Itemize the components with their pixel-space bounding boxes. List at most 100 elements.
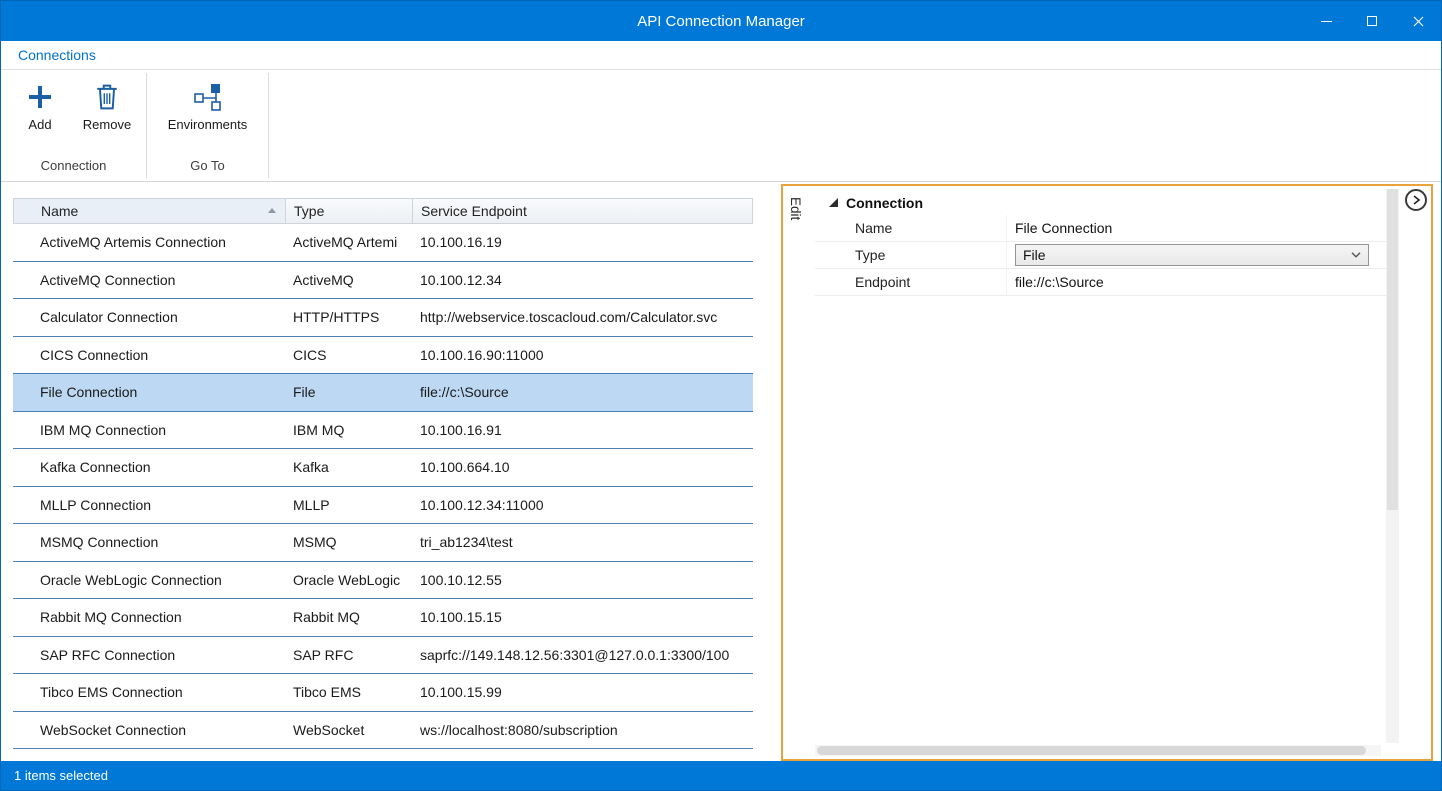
titlebar: API Connection Manager (1, 1, 1441, 41)
cell-endpoint: 10.100.16.19 (412, 224, 753, 261)
table-row[interactable]: File Connection File file://c:\Source (13, 374, 753, 412)
minimize-icon (1321, 21, 1332, 22)
cell-endpoint: tri_ab1234\test (412, 524, 753, 561)
property-label-type: Type (815, 242, 1007, 268)
add-button[interactable]: Add (7, 80, 73, 132)
cell-endpoint: 100.10.12.55 (412, 562, 753, 599)
cell-endpoint: file://c:\Source (412, 374, 753, 411)
property-value-endpoint[interactable]: file://c:\Source (1007, 269, 1387, 295)
name-value-text: File Connection (1015, 220, 1112, 236)
table-row[interactable]: Kafka Connection Kafka 10.100.664.10 (13, 449, 753, 487)
cell-type: WebSocket (285, 712, 412, 749)
remove-button[interactable]: Remove (74, 80, 140, 132)
cell-type: Kafka (285, 449, 412, 486)
remove-button-label: Remove (83, 117, 131, 132)
trash-icon (94, 82, 120, 112)
cell-endpoint: 10.100.15.99 (412, 674, 753, 711)
window-controls (1303, 1, 1441, 41)
table-row[interactable]: IBM MQ Connection IBM MQ 10.100.16.91 (13, 412, 753, 450)
column-header-name-label: Name (41, 203, 78, 219)
app-window: API Connection Manager Connections Add (0, 0, 1442, 791)
collapse-panel-button[interactable] (1405, 189, 1427, 211)
cell-type: MLLP (285, 487, 412, 524)
chevron-right-icon (1410, 194, 1422, 206)
type-dropdown-value: File (1023, 247, 1046, 263)
endpoint-value-text: file://c:\Source (1015, 274, 1104, 290)
property-value-name[interactable]: File Connection (1007, 215, 1387, 241)
cell-name: ActiveMQ Connection (13, 262, 285, 299)
maximize-icon (1367, 16, 1377, 26)
cell-name: SAP RFC Connection (13, 637, 285, 674)
horizontal-scrollbar[interactable] (815, 745, 1381, 756)
vertical-scrollbar[interactable] (1386, 189, 1399, 743)
table-row[interactable]: MLLP Connection MLLP 10.100.12.34:11000 (13, 487, 753, 525)
cell-endpoint: 10.100.16.90:11000 (412, 337, 753, 374)
cell-name: Oracle WebLogic Connection (13, 562, 285, 599)
cell-endpoint: 10.100.12.34:11000 (412, 487, 753, 524)
cell-type: File (285, 374, 412, 411)
table-row[interactable]: CICS Connection CICS 10.100.16.90:11000 (13, 337, 753, 375)
ribbon-group-connection: Add Remove Connection (1, 70, 146, 181)
connections-table: Name Type Service Endpoint ActiveMQ Arte… (13, 198, 753, 749)
cell-name: Rabbit MQ Connection (13, 599, 285, 636)
environments-icon (192, 82, 224, 112)
main-area: Name Type Service Endpoint ActiveMQ Arte… (1, 182, 1441, 763)
cell-type: Rabbit MQ (285, 599, 412, 636)
table-row[interactable]: Rabbit MQ Connection Rabbit MQ 10.100.15… (13, 599, 753, 637)
edit-tab[interactable]: Edit (788, 197, 803, 220)
column-header-type[interactable]: Type (286, 199, 413, 223)
environments-button[interactable]: Environments (155, 80, 261, 132)
table-row[interactable]: ActiveMQ Artemis Connection ActiveMQ Art… (13, 224, 753, 262)
table-row[interactable]: Oracle WebLogic Connection Oracle WebLog… (13, 562, 753, 600)
table-body: ActiveMQ Artemis Connection ActiveMQ Art… (13, 224, 753, 749)
ribbon-group-label-goto: Go To (147, 158, 268, 181)
environments-button-label: Environments (168, 117, 247, 132)
property-group-header[interactable]: Connection (815, 190, 1387, 215)
cell-name: ActiveMQ Artemis Connection (13, 224, 285, 261)
ribbon-group-label-connection: Connection (1, 158, 146, 181)
expander-icon (829, 198, 838, 207)
maximize-button[interactable] (1349, 1, 1395, 41)
cell-name: CICS Connection (13, 337, 285, 374)
table-header: Name Type Service Endpoint (13, 198, 753, 224)
table-row[interactable]: ActiveMQ Connection ActiveMQ 10.100.12.3… (13, 262, 753, 300)
cell-type: HTTP/HTTPS (285, 299, 412, 336)
property-grid: Connection Name File Connection Type Fil… (815, 190, 1387, 296)
cell-endpoint: http://webservice.toscacloud.com/Calcula… (412, 299, 753, 336)
tab-connections[interactable]: Connections (18, 47, 96, 63)
table-row[interactable]: WebSocket Connection WebSocket ws://loca… (13, 712, 753, 750)
cell-type: ActiveMQ Artemi (285, 224, 412, 261)
minimize-button[interactable] (1303, 1, 1349, 41)
table-row[interactable]: Tibco EMS Connection Tibco EMS 10.100.15… (13, 674, 753, 712)
property-label-endpoint: Endpoint (815, 269, 1007, 295)
window-title: API Connection Manager (1, 13, 1441, 30)
cell-type: SAP RFC (285, 637, 412, 674)
plus-icon (25, 82, 55, 112)
cell-type: Tibco EMS (285, 674, 412, 711)
column-header-endpoint-label: Service Endpoint (421, 203, 527, 219)
property-value-type: File (1007, 242, 1387, 268)
cell-name: WebSocket Connection (13, 712, 285, 749)
edit-panel: Edit Connection Name File Connection Typ… (781, 184, 1433, 761)
property-row-type: Type File (815, 242, 1387, 269)
status-bar: 1 items selected (1, 761, 1441, 790)
table-row[interactable]: MSMQ Connection MSMQ tri_ab1234\test (13, 524, 753, 562)
sort-ascending-icon (268, 208, 276, 213)
column-header-endpoint[interactable]: Service Endpoint (413, 199, 752, 223)
type-dropdown[interactable]: File (1015, 244, 1369, 266)
column-header-name[interactable]: Name (14, 199, 286, 223)
cell-type: IBM MQ (285, 412, 412, 449)
table-row[interactable]: SAP RFC Connection SAP RFC saprfc://149.… (13, 637, 753, 675)
cell-type: ActiveMQ (285, 262, 412, 299)
cell-endpoint: 10.100.12.34 (412, 262, 753, 299)
vertical-scrollbar-thumb[interactable] (1387, 189, 1398, 510)
table-row[interactable]: Calculator Connection HTTP/HTTPS http://… (13, 299, 753, 337)
cell-type: Oracle WebLogic (285, 562, 412, 599)
horizontal-scrollbar-thumb[interactable] (817, 746, 1366, 755)
close-button[interactable] (1395, 1, 1441, 41)
cell-name: Kafka Connection (13, 449, 285, 486)
cell-endpoint: ws://localhost:8080/subscription (412, 712, 753, 749)
close-icon (1413, 16, 1424, 27)
cell-name: IBM MQ Connection (13, 412, 285, 449)
cell-name: MSMQ Connection (13, 524, 285, 561)
